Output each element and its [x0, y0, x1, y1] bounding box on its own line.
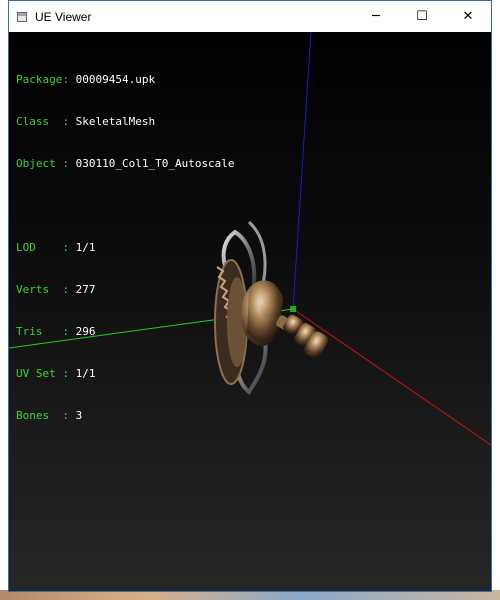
- info-value: 277: [75, 283, 96, 296]
- minimize-icon: ─: [372, 9, 380, 24]
- info-value: 1/1: [75, 367, 96, 380]
- info-row-verts: Verts : 277: [16, 283, 235, 297]
- ue-viewer-window[interactable]: UE Viewer ─ ☐ ✕ Package: 00009454.upk Cl…: [8, 0, 492, 592]
- info-spacer: [16, 199, 235, 213]
- info-key: LOD :: [16, 241, 69, 254]
- info-key: UV Set :: [16, 367, 69, 380]
- maximize-button[interactable]: ☐: [399, 1, 445, 32]
- title-bar[interactable]: UE Viewer ─ ☐ ✕: [9, 1, 491, 32]
- info-key: Verts :: [16, 283, 69, 296]
- axis-x-line: [292, 308, 491, 446]
- bolt-part: [276, 314, 329, 359]
- info-value: 1/1: [75, 241, 96, 254]
- info-row-uvset: UV Set : 1/1: [16, 367, 235, 381]
- info-value: 00009454.upk: [75, 73, 156, 86]
- info-row-bones: Bones : 3: [16, 409, 235, 423]
- close-icon: ✕: [462, 9, 474, 24]
- app-window-icon: [17, 11, 27, 22]
- window-title: UE Viewer: [35, 9, 92, 24]
- info-row-class: Class : SkeletalMesh: [16, 115, 235, 129]
- info-value: SkeletalMesh: [75, 115, 156, 128]
- info-row-package: Package: 00009454.upk: [16, 73, 235, 87]
- info-value: 3: [75, 409, 83, 422]
- info-row-lod: LOD : 1/1: [16, 241, 235, 255]
- axis-z-line: [292, 32, 312, 310]
- 3d-viewport[interactable]: Package: 00009454.upk Class : SkeletalMe…: [9, 32, 491, 591]
- info-key: Class :: [16, 115, 69, 128]
- minimize-button[interactable]: ─: [353, 1, 399, 32]
- info-key: Object :: [16, 157, 69, 170]
- info-row-tris: Tris : 296: [16, 325, 235, 339]
- info-key: Package:: [16, 73, 69, 86]
- info-key: Tris :: [16, 325, 69, 338]
- background-desktop-left: [0, 0, 8, 600]
- mesh-info-overlay: Package: 00009454.upk Class : SkeletalMe…: [16, 45, 235, 451]
- info-value: 030110_Col1_T0_Autoscale: [75, 157, 235, 170]
- info-value: 296: [75, 325, 96, 338]
- info-row-object: Object : 030110_Col1_T0_Autoscale: [16, 157, 235, 171]
- info-key: Bones :: [16, 409, 69, 422]
- maximize-icon: ☐: [416, 9, 428, 24]
- close-button[interactable]: ✕: [445, 1, 491, 32]
- background-desktop-right: [492, 0, 500, 600]
